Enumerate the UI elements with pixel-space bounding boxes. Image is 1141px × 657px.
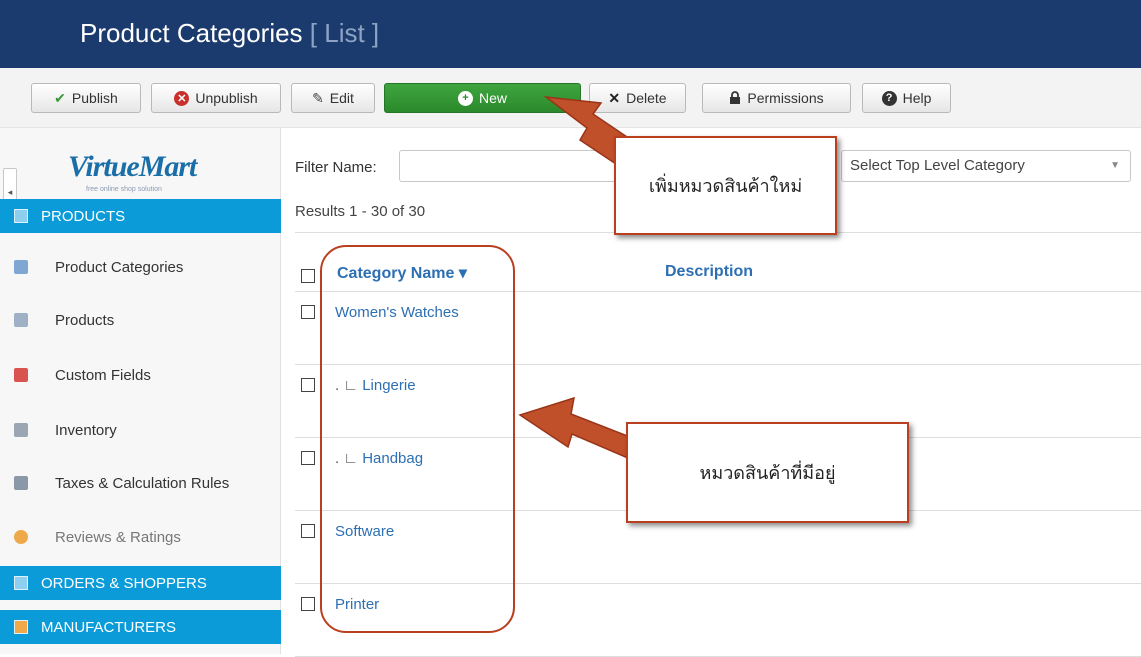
page-header: Product Categories [ List ] xyxy=(0,0,1141,68)
products-section-icon xyxy=(14,209,28,223)
row-checkbox[interactable] xyxy=(301,451,315,465)
callout-existing-categories: หมวดสินค้าที่มีอยู่ xyxy=(626,422,909,523)
row-checkbox[interactable] xyxy=(301,524,315,538)
checkmark-icon: ✔ xyxy=(54,89,66,106)
sidebar-item-label: Custom Fields xyxy=(55,366,151,384)
products-icon xyxy=(14,313,28,327)
folder-icon xyxy=(14,260,28,274)
callout-new-category: เพิ่มหมวดสินค้าใหม่ xyxy=(614,136,837,235)
lock-icon xyxy=(729,91,741,105)
column-header-description[interactable]: Description xyxy=(665,263,753,281)
edit-label: Edit xyxy=(329,90,354,106)
select-all-checkbox[interactable] xyxy=(301,269,315,283)
delete-button[interactable]: ✕ Delete xyxy=(589,83,686,113)
delete-icon: ✕ xyxy=(608,89,621,106)
sidebar-section-label: MANUFACTURERS xyxy=(41,618,177,636)
results-count: Results 1 - 30 of 30 xyxy=(295,203,426,220)
sidebar: VirtueMart free online shop solution ◂ P… xyxy=(0,128,281,654)
permissions-label: Permissions xyxy=(747,90,824,106)
help-icon: ? xyxy=(881,90,897,106)
sidebar-item-custom-fields[interactable]: Custom Fields xyxy=(0,356,281,394)
edit-icon: ✎ xyxy=(312,89,324,106)
sidebar-item-reviews[interactable]: Reviews & Ratings xyxy=(0,518,281,556)
virtuemart-logo: VirtueMart free online shop solution xyxy=(68,150,197,193)
permissions-button[interactable]: Permissions xyxy=(702,83,851,113)
sidebar-item-taxes[interactable]: Taxes & Calculation Rules xyxy=(0,464,281,502)
sidebar-item-label: Taxes & Calculation Rules xyxy=(55,474,230,492)
page-title-text: Product Categories xyxy=(80,18,303,48)
sidebar-section-orders[interactable]: ORDERS & SHOPPERS xyxy=(0,566,281,600)
dropdown-caret-icon: ▼ xyxy=(1110,160,1120,171)
filter-name-input[interactable] xyxy=(399,150,629,182)
wrench-icon xyxy=(14,620,28,634)
page-title-suffix: [ List ] xyxy=(309,18,380,48)
sidebar-section-products[interactable]: PRODUCTS xyxy=(0,199,281,233)
reviews-icon xyxy=(14,530,28,544)
sidebar-section-label: ORDERS & SHOPPERS xyxy=(41,574,207,592)
page-title: Product Categories [ List ] xyxy=(80,18,379,49)
help-button[interactable]: ? Help xyxy=(862,83,951,113)
orders-section-icon xyxy=(14,576,28,590)
unpublish-icon: ✕ xyxy=(174,90,190,106)
plus-icon: + xyxy=(457,90,473,106)
inventory-icon xyxy=(14,423,28,437)
sidebar-item-label: Products xyxy=(55,311,115,329)
row-checkbox[interactable] xyxy=(301,305,315,319)
sidebar-item-label: Product Categories xyxy=(55,258,184,276)
row-checkbox[interactable] xyxy=(301,597,315,611)
publish-label: Publish xyxy=(71,90,118,106)
custom-fields-icon xyxy=(14,368,28,382)
sidebar-item-product-categories[interactable]: Product Categories xyxy=(0,248,281,286)
delete-label: Delete xyxy=(626,90,667,106)
sidebar-item-products[interactable]: Products xyxy=(0,301,281,339)
sidebar-item-inventory[interactable]: Inventory xyxy=(0,411,281,449)
top-level-category-value: Select Top Level Category xyxy=(850,157,1025,174)
sidebar-section-label: PRODUCTS xyxy=(41,207,126,225)
edit-button[interactable]: ✎ Edit xyxy=(291,83,375,113)
collapse-icon: ◂ xyxy=(7,186,13,197)
calculator-icon xyxy=(14,476,28,490)
top-level-category-select[interactable]: Select Top Level Category ▼ xyxy=(841,150,1131,182)
new-label: New xyxy=(478,90,507,106)
new-button[interactable]: + New xyxy=(384,83,581,113)
unpublish-label: Unpublish xyxy=(195,90,258,106)
logo-tagline: free online shop solution xyxy=(86,186,162,193)
existing-categories-highlight xyxy=(320,245,515,633)
sidebar-section-manufacturers[interactable]: MANUFACTURERS xyxy=(0,610,281,644)
unpublish-button[interactable]: ✕ Unpublish xyxy=(151,83,281,113)
filter-name-label: Filter Name: xyxy=(295,159,377,176)
toolbar: ✔ Publish ✕ Unpublish ✎ Edit + New ✕ Del… xyxy=(0,68,1141,128)
sidebar-item-label: Inventory xyxy=(55,421,117,439)
row-checkbox[interactable] xyxy=(301,378,315,392)
help-label: Help xyxy=(902,90,932,106)
sidebar-item-label: Reviews & Ratings xyxy=(55,528,181,546)
publish-button[interactable]: ✔ Publish xyxy=(31,83,141,113)
